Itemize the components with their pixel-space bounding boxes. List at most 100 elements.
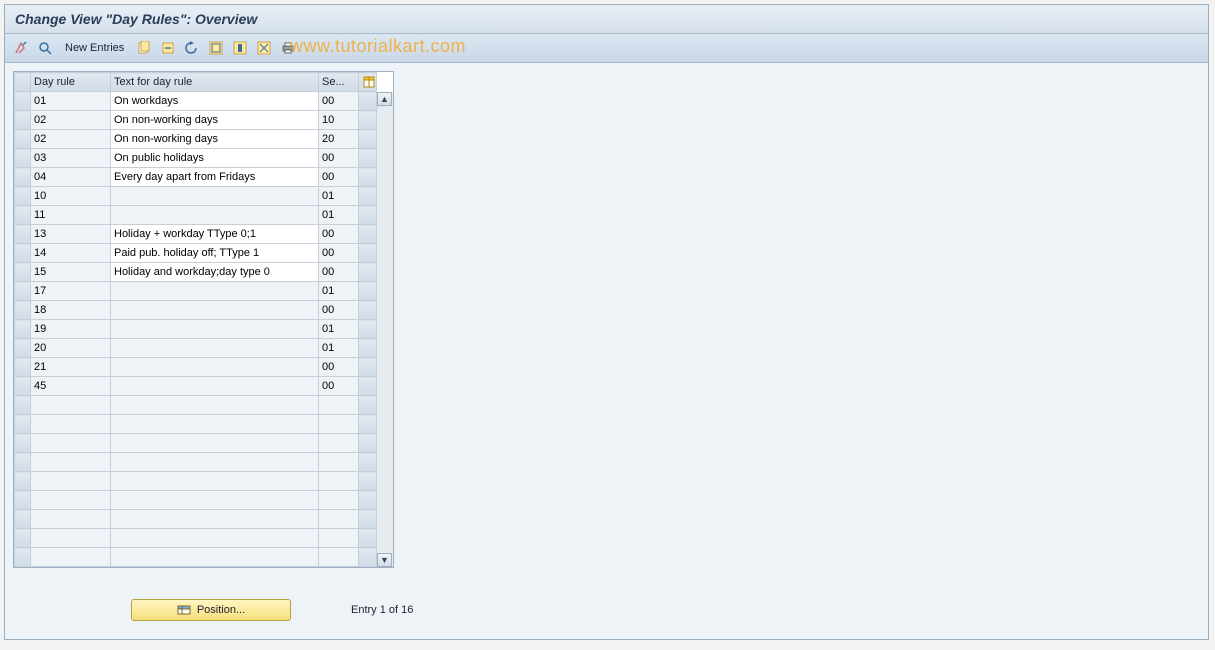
cell-day-rule[interactable] <box>31 510 111 529</box>
cell-text[interactable] <box>111 377 319 396</box>
table-row[interactable]: 4500 <box>15 377 377 396</box>
cell-se[interactable]: 00 <box>319 301 359 320</box>
cell-day-rule[interactable] <box>31 548 111 567</box>
toggle-display-icon[interactable] <box>11 38 31 58</box>
cell-text[interactable]: On non-working days <box>111 130 319 149</box>
cell-se[interactable]: 01 <box>319 320 359 339</box>
table-row[interactable] <box>15 396 377 415</box>
cell-se[interactable]: 00 <box>319 263 359 282</box>
table-row[interactable]: 1800 <box>15 301 377 320</box>
table-row[interactable]: 2100 <box>15 358 377 377</box>
cell-se[interactable]: 00 <box>319 377 359 396</box>
cell-day-rule[interactable]: 20 <box>31 339 111 358</box>
table-row[interactable]: 01On workdays00 <box>15 92 377 111</box>
row-selector[interactable] <box>15 206 31 225</box>
cell-text[interactable]: On non-working days <box>111 111 319 130</box>
table-row[interactable]: 02On non-working days20 <box>15 130 377 149</box>
position-button[interactable]: Position... <box>131 599 291 621</box>
table-row[interactable]: 02On non-working days10 <box>15 111 377 130</box>
cell-day-rule[interactable]: 19 <box>31 320 111 339</box>
cell-se[interactable] <box>319 453 359 472</box>
cell-text[interactable] <box>111 529 319 548</box>
row-selector[interactable] <box>15 187 31 206</box>
row-selector[interactable] <box>15 358 31 377</box>
select-all-icon[interactable] <box>206 38 226 58</box>
row-selector[interactable] <box>15 301 31 320</box>
scroll-up-icon[interactable]: ▲ <box>377 92 392 106</box>
cell-day-rule[interactable]: 13 <box>31 225 111 244</box>
cell-text[interactable] <box>111 453 319 472</box>
table-row[interactable] <box>15 434 377 453</box>
cell-se[interactable]: 00 <box>319 244 359 263</box>
table-row[interactable]: 04Every day apart from Fridays00 <box>15 168 377 187</box>
cell-day-rule[interactable] <box>31 415 111 434</box>
cell-text[interactable] <box>111 320 319 339</box>
delete-icon[interactable] <box>158 38 178 58</box>
cell-day-rule[interactable]: 10 <box>31 187 111 206</box>
cell-se[interactable] <box>319 510 359 529</box>
row-selector[interactable] <box>15 244 31 263</box>
cell-se[interactable]: 00 <box>319 358 359 377</box>
cell-text[interactable]: Every day apart from Fridays <box>111 168 319 187</box>
deselect-all-icon[interactable] <box>254 38 274 58</box>
cell-text[interactable] <box>111 510 319 529</box>
table-row[interactable]: 1901 <box>15 320 377 339</box>
row-selector[interactable] <box>15 453 31 472</box>
cell-text[interactable]: On workdays <box>111 92 319 111</box>
cell-se[interactable] <box>319 472 359 491</box>
cell-text[interactable]: Holiday and workday;day type 0 <box>111 263 319 282</box>
row-selector[interactable] <box>15 168 31 187</box>
cell-text[interactable]: Holiday + workday TType 0;1 <box>111 225 319 244</box>
cell-day-rule[interactable] <box>31 434 111 453</box>
cell-day-rule[interactable] <box>31 396 111 415</box>
row-selector[interactable] <box>15 396 31 415</box>
table-row[interactable] <box>15 510 377 529</box>
cell-day-rule[interactable]: 02 <box>31 111 111 130</box>
row-selector[interactable] <box>15 282 31 301</box>
row-selector[interactable] <box>15 377 31 396</box>
cell-se[interactable]: 20 <box>319 130 359 149</box>
row-selector[interactable] <box>15 263 31 282</box>
table-row[interactable]: 13Holiday + workday TType 0;100 <box>15 225 377 244</box>
table-row[interactable] <box>15 415 377 434</box>
row-selector[interactable] <box>15 491 31 510</box>
row-selector[interactable] <box>15 548 31 567</box>
select-all-column[interactable] <box>15 73 31 92</box>
cell-text[interactable]: On public holidays <box>111 149 319 168</box>
cell-text[interactable] <box>111 491 319 510</box>
cell-text[interactable] <box>111 187 319 206</box>
cell-se[interactable]: 01 <box>319 339 359 358</box>
cell-se[interactable] <box>319 415 359 434</box>
cell-day-rule[interactable]: 11 <box>31 206 111 225</box>
cell-se[interactable] <box>319 434 359 453</box>
cell-day-rule[interactable]: 03 <box>31 149 111 168</box>
row-selector[interactable] <box>15 225 31 244</box>
row-selector[interactable] <box>15 529 31 548</box>
print-icon[interactable] <box>278 38 298 58</box>
cell-text[interactable] <box>111 339 319 358</box>
cell-se[interactable]: 10 <box>319 111 359 130</box>
cell-day-rule[interactable]: 18 <box>31 301 111 320</box>
cell-se[interactable]: 00 <box>319 92 359 111</box>
table-row[interactable]: 2001 <box>15 339 377 358</box>
cell-day-rule[interactable] <box>31 472 111 491</box>
cell-text[interactable] <box>111 472 319 491</box>
cell-day-rule[interactable]: 04 <box>31 168 111 187</box>
cell-text[interactable] <box>111 301 319 320</box>
cell-text[interactable] <box>111 434 319 453</box>
cell-se[interactable]: 00 <box>319 168 359 187</box>
row-selector[interactable] <box>15 92 31 111</box>
cell-text[interactable] <box>111 358 319 377</box>
cell-text[interactable] <box>111 206 319 225</box>
table-row[interactable] <box>15 529 377 548</box>
table-row[interactable]: 1001 <box>15 187 377 206</box>
table-settings-icon[interactable] <box>359 73 377 92</box>
column-day-rule[interactable]: Day rule <box>31 73 111 92</box>
row-selector[interactable] <box>15 510 31 529</box>
scroll-down-icon[interactable]: ▼ <box>377 553 392 567</box>
cell-text[interactable] <box>111 548 319 567</box>
cell-text[interactable] <box>111 282 319 301</box>
table-row[interactable] <box>15 453 377 472</box>
cell-se[interactable]: 00 <box>319 149 359 168</box>
cell-se[interactable] <box>319 529 359 548</box>
